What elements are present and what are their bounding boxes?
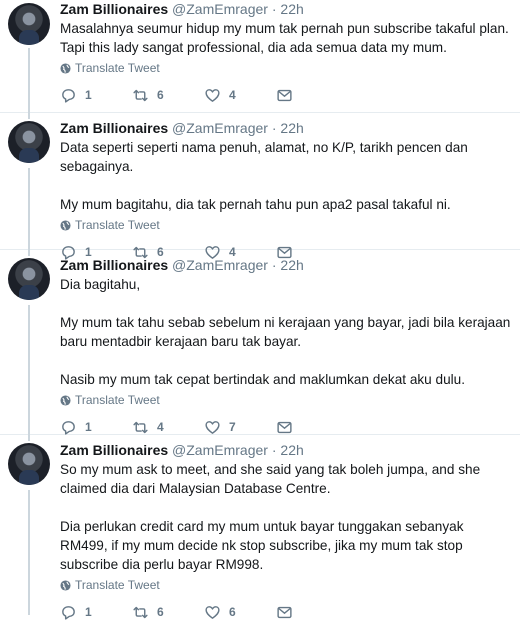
globe-icon [60,394,71,406]
retweet-icon [133,421,148,433]
tweet-text: Dia bagitahu, My mum tak tahu sebab sebe… [60,275,512,389]
reply-count: 1 [85,88,92,102]
reply-count: 1 [85,420,92,434]
avatar[interactable] [8,443,50,485]
tweet-thread: Zam Billionaires @ZamEmrager · 22h Masal… [0,0,520,620]
tweet-paragraph: My mum tak tahu sebab sebelum ni kerajaa… [60,315,511,349]
separator-dot: · [271,1,277,17]
thread-connector [28,113,30,119]
tweet-text: So my mum ask to meet, and she said yang… [60,460,512,574]
tweet-header: Zam Billionaires @ZamEmrager · 22h [60,441,512,459]
heart-icon [205,88,220,102]
display-name[interactable]: Zam Billionaires [60,120,168,136]
heart-icon [205,605,220,619]
tweet[interactable]: Zam Billionaires @ZamEmrager · 22h So my… [0,435,520,620]
tweet-paragraph: Masalahnya seumur hidup my mum tak perna… [60,21,509,55]
tweet[interactable]: Zam Billionaires @ZamEmrager · 22h Masal… [0,0,520,113]
like-count: 4 [229,88,236,102]
user-handle[interactable]: @ZamEmrager [172,257,268,273]
tweet[interactable]: Zam Billionaires @ZamEmrager · 22h Data … [0,113,520,260]
reply-button[interactable]: 1 [60,604,132,621]
reply-count: 1 [85,605,92,619]
reply-button[interactable]: 1 [60,419,132,436]
thread-connector [28,48,30,113]
separator-dot: · [271,120,277,136]
translate-tweet-link[interactable]: Translate Tweet [60,61,512,75]
avatar[interactable] [8,3,50,45]
translate-label: Translate Tweet [75,218,160,232]
tweet-paragraph: Dia perlukan credit card my mum untuk ba… [60,519,464,572]
reply-icon [62,420,75,435]
like-count: 6 [229,605,236,619]
thread-connector [28,435,30,441]
user-handle[interactable]: @ZamEmrager [172,1,268,17]
timestamp[interactable]: 22h [280,442,303,458]
translate-label: Translate Tweet [75,61,160,75]
avatar[interactable] [8,258,50,300]
tweet-actions: 1 6 4 [60,85,512,105]
retweet-count: 4 [157,420,164,434]
tweet[interactable]: Zam Billionaires @ZamEmrager · 22h Dia b… [0,250,520,435]
globe-icon [60,219,71,231]
retweet-icon [133,89,148,101]
thread-connector [28,250,30,256]
tweet-paragraph: My mum bagitahu, dia tak pernah tahu pun… [60,197,451,212]
tweet-paragraph: So my mum ask to meet, and she said yang… [60,462,481,496]
display-name[interactable]: Zam Billionaires [60,257,168,273]
translate-tweet-link[interactable]: Translate Tweet [60,578,512,592]
tweet-text: Masalahnya seumur hidup my mum tak perna… [60,19,512,57]
reply-button[interactable]: 1 [60,87,132,104]
user-handle[interactable]: @ZamEmrager [172,442,268,458]
tweet-paragraph: Nasib my mum tak cepat bertindak and mak… [60,372,465,387]
avatar[interactable] [8,121,50,163]
heart-icon [205,420,220,434]
envelope-icon [277,89,292,101]
like-button[interactable]: 4 [204,87,276,104]
user-handle[interactable]: @ZamEmrager [172,120,268,136]
tweet-text: Data seperti seperti nama penuh, alamat,… [60,138,512,214]
envelope-icon [277,421,292,433]
tweet-actions: 1 6 6 [60,602,512,622]
tweet-header: Zam Billionaires @ZamEmrager · 22h [60,0,512,18]
reply-icon [62,88,75,103]
retweet-count: 6 [157,88,164,102]
reply-icon [62,605,75,620]
direct-message-button[interactable] [276,419,348,436]
translate-label: Translate Tweet [75,578,160,592]
retweet-count: 6 [157,605,164,619]
timestamp[interactable]: 22h [280,120,303,136]
like-button[interactable]: 7 [204,419,276,436]
globe-icon [60,579,71,591]
direct-message-button[interactable] [276,87,348,104]
translate-tweet-link[interactable]: Translate Tweet [60,393,512,407]
like-count: 7 [229,420,236,434]
display-name[interactable]: Zam Billionaires [60,442,168,458]
separator-dot: · [271,442,277,458]
globe-icon [60,62,71,74]
timestamp[interactable]: 22h [280,257,303,273]
tweet-paragraph: Data seperti seperti nama penuh, alamat,… [60,140,468,174]
like-button[interactable]: 6 [204,604,276,621]
retweet-button[interactable]: 6 [132,87,204,104]
direct-message-button[interactable] [276,604,348,621]
retweet-icon [133,606,148,618]
separator-dot: · [271,257,277,273]
retweet-button[interactable]: 6 [132,604,204,621]
thread-connector [28,305,30,435]
timestamp[interactable]: 22h [280,1,303,17]
display-name[interactable]: Zam Billionaires [60,1,168,17]
envelope-icon [277,606,292,618]
thread-connector [28,490,30,615]
tweet-paragraph: Dia bagitahu, [60,277,141,292]
translate-tweet-link[interactable]: Translate Tweet [60,218,512,232]
retweet-button[interactable]: 4 [132,419,204,436]
translate-label: Translate Tweet [75,393,160,407]
thread-connector [28,168,30,250]
tweet-header: Zam Billionaires @ZamEmrager · 22h [60,119,512,137]
tweet-actions: 1 4 7 [60,417,512,437]
tweet-header: Zam Billionaires @ZamEmrager · 22h [60,256,512,274]
